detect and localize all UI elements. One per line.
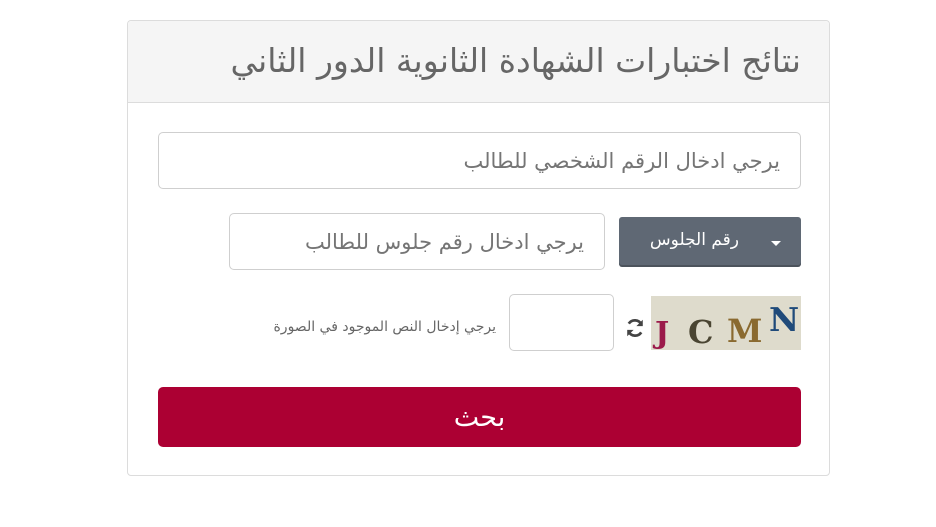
captcha-input[interactable] — [509, 294, 614, 351]
results-panel: نتائج اختبارات الشهادة الثانوية الدور ال… — [127, 20, 830, 476]
search-type-dropdown[interactable]: رقم الجلوس — [619, 217, 801, 267]
captcha-char: M — [727, 312, 763, 350]
captcha-char: C — [688, 313, 714, 350]
caret-down-icon — [771, 241, 781, 246]
captcha-image: J C M N — [651, 296, 801, 350]
personal-id-input[interactable] — [158, 132, 801, 189]
seat-number-input[interactable] — [229, 213, 605, 270]
search-button[interactable]: بحث — [158, 387, 801, 447]
panel-heading: نتائج اختبارات الشهادة الثانوية الدور ال… — [128, 21, 829, 103]
captcha-char: N — [769, 300, 800, 339]
captcha-label: يرجي إدخال النص الموجود في الصورة — [273, 319, 496, 335]
search-type-label: رقم الجلوس — [649, 230, 739, 250]
page-title: نتائج اختبارات الشهادة الثانوية الدور ال… — [230, 41, 801, 80]
captcha-char: J — [655, 316, 670, 350]
refresh-icon[interactable] — [624, 317, 646, 339]
